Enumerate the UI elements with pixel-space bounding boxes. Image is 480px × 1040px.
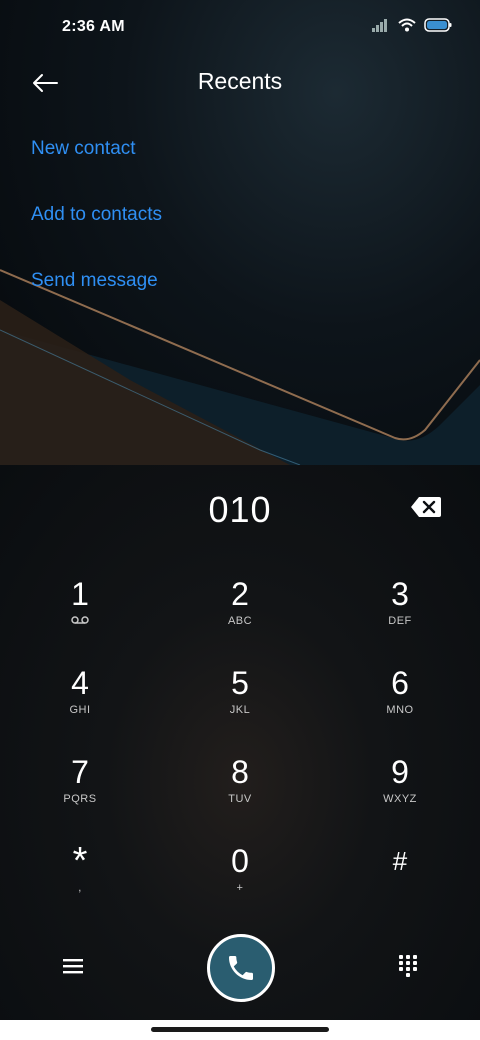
key-sub-icon bbox=[20, 615, 140, 629]
signal-icon bbox=[372, 19, 387, 32]
key-3[interactable]: 3 DEF bbox=[340, 575, 460, 655]
page-title: Recents bbox=[197, 68, 283, 94]
key-letters: , bbox=[78, 882, 82, 894]
key-digit: 5 bbox=[231, 665, 249, 701]
key-digit: 1 bbox=[71, 576, 89, 612]
backspace-button[interactable] bbox=[410, 496, 442, 518]
new-contact-link[interactable]: New contact bbox=[31, 136, 162, 202]
key-digit: # bbox=[392, 846, 408, 876]
key-5[interactable]: 5 JKL bbox=[180, 664, 300, 744]
key-7[interactable]: 7 PQRS bbox=[20, 753, 140, 833]
key-1[interactable]: 1 bbox=[20, 575, 140, 655]
action-list: New contact Add to contacts Send message bbox=[31, 136, 162, 334]
key-star[interactable]: * , bbox=[20, 842, 140, 922]
key-letters: ABC bbox=[227, 615, 253, 627]
navigation-bar bbox=[0, 1020, 480, 1040]
key-digit: 0 bbox=[231, 843, 249, 879]
key-letters: GHI bbox=[69, 704, 91, 716]
key-letters: PQRS bbox=[63, 793, 97, 805]
key-2[interactable]: 2 ABC bbox=[180, 575, 300, 655]
key-8[interactable]: 8 TUV bbox=[180, 753, 300, 833]
key-letters: JKL bbox=[229, 704, 251, 716]
add-to-contacts-link[interactable]: Add to contacts bbox=[31, 202, 162, 268]
menu-button[interactable] bbox=[60, 955, 86, 977]
key-digit: 7 bbox=[71, 754, 89, 790]
dialer-panel: 010 1 2 ABC 3 DEF 4 GHI 5 JKL 6 MNO 7 PQ… bbox=[0, 465, 480, 1040]
key-letters: WXYZ bbox=[383, 793, 417, 805]
key-letters: + bbox=[236, 882, 244, 894]
menu-icon bbox=[63, 959, 83, 974]
call-button[interactable] bbox=[207, 934, 275, 1002]
key-4[interactable]: 4 GHI bbox=[20, 664, 140, 744]
battery-icon bbox=[424, 18, 452, 32]
status-bar: 2:36 AM bbox=[0, 0, 480, 56]
backspace-icon bbox=[411, 497, 441, 517]
key-digit: 6 bbox=[391, 665, 409, 701]
key-letters: DEF bbox=[388, 615, 412, 627]
key-hash[interactable]: # bbox=[340, 842, 460, 922]
status-time: 2:36 AM bbox=[62, 18, 125, 35]
key-digit: * bbox=[72, 840, 88, 882]
key-digit: 9 bbox=[391, 754, 409, 790]
dialpad-toggle-button[interactable] bbox=[396, 953, 420, 979]
voicemail-icon bbox=[71, 616, 89, 624]
key-0[interactable]: 0 + bbox=[180, 842, 300, 922]
key-letters: TUV bbox=[228, 793, 252, 805]
dialed-number: 010 bbox=[208, 489, 272, 530]
home-indicator[interactable] bbox=[151, 1027, 329, 1032]
key-letters: MNO bbox=[386, 704, 414, 716]
wifi-icon bbox=[398, 18, 416, 32]
recents-header-area: 2:36 AM Recents New contact Add to conta… bbox=[0, 0, 480, 465]
header: Recents bbox=[0, 56, 480, 112]
key-6[interactable]: 6 MNO bbox=[340, 664, 460, 744]
key-letters bbox=[340, 882, 460, 896]
key-digit: 2 bbox=[231, 576, 249, 612]
key-9[interactable]: 9 WXYZ bbox=[340, 753, 460, 833]
key-digit: 8 bbox=[231, 754, 249, 790]
phone-icon bbox=[229, 956, 253, 980]
key-digit: 3 bbox=[391, 576, 409, 612]
dialpad-icon bbox=[399, 955, 417, 977]
key-digit: 4 bbox=[71, 665, 89, 701]
status-icons bbox=[372, 18, 452, 32]
send-message-link[interactable]: Send message bbox=[31, 268, 162, 334]
